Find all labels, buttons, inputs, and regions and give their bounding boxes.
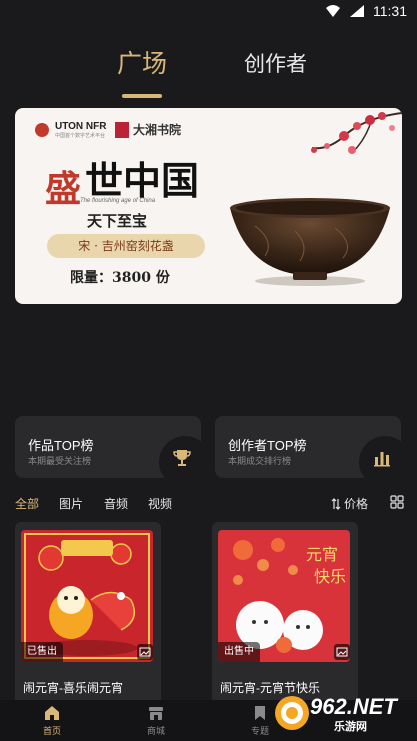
banner-partner: 大湘书院 xyxy=(115,121,181,138)
watermark-logo-icon xyxy=(275,696,309,730)
rank-card-title: 作品TOP榜 xyxy=(28,438,94,453)
rank-icon-circle xyxy=(359,436,401,478)
filter-video[interactable]: 视频 xyxy=(148,495,172,512)
status-time: 11:31 xyxy=(373,3,407,19)
status-badge: 已售出 xyxy=(21,642,63,662)
image-type-icon xyxy=(137,644,153,660)
rank-card-subtitle: 本期最受关注榜 xyxy=(28,456,92,466)
rank-card-creators[interactable]: 创作者TOP榜 本期成交排行榜 xyxy=(215,416,401,478)
partner-name: 大湘书院 xyxy=(133,123,182,137)
filter-row: 全部 图片 音频 视频 价格 xyxy=(15,495,404,515)
plum-blossom-decoration xyxy=(311,112,402,154)
watermark-text: 962.NET xyxy=(310,694,397,719)
bookmark-icon xyxy=(255,706,265,720)
top-tabs: 广场 创作者 xyxy=(0,40,417,100)
filter-images[interactable]: 图片 xyxy=(59,495,83,512)
nav-home[interactable]: 首页 xyxy=(22,704,82,737)
store-icon xyxy=(149,707,163,720)
banner[interactable]: UTON NFR 中国首个数字艺术平台 大湘书院 盛 世中国 The flour… xyxy=(15,108,402,304)
tab-underline xyxy=(122,94,162,98)
tab-creators[interactable]: 创作者 xyxy=(244,48,307,78)
nav-label: 首页 xyxy=(42,726,61,736)
rank-card-title: 创作者TOP榜 xyxy=(228,438,307,453)
filter-audio[interactable]: 音频 xyxy=(104,495,128,512)
tab-square[interactable]: 广场 xyxy=(117,44,167,80)
banner-brand: UTON NFR 中国首个数字艺术平台 xyxy=(35,121,106,139)
brand-subtitle: 中国首个数字艺术平台 xyxy=(55,133,106,139)
status-badge: 出售中 xyxy=(218,642,260,662)
banner-limit: 限量：3800 份 xyxy=(70,270,170,286)
banner-english: The flourishing age of China xyxy=(80,198,156,204)
watermark-subtext: 乐游网 xyxy=(334,721,367,733)
product-name: 闹元宵-喜乐闹元宵 xyxy=(23,681,123,695)
svg-text:快乐: 快乐 xyxy=(314,567,346,586)
rank-card-works[interactable]: 作品TOP榜 本期最受关注榜 xyxy=(15,416,201,478)
site-watermark: 962.NET 乐游网 xyxy=(272,690,412,736)
signal-icon xyxy=(350,5,364,17)
product-card[interactable]: 已售出 闹元宵-喜乐闹元宵 xyxy=(15,522,161,722)
banner-title-red: 盛 xyxy=(45,168,82,210)
bar-chart-icon xyxy=(374,452,390,467)
home-icon xyxy=(45,706,59,720)
filter-all[interactable]: 全部 xyxy=(15,495,39,512)
bowl-image xyxy=(230,198,390,286)
grid-view-icon[interactable] xyxy=(390,495,404,509)
status-right: 11:31 xyxy=(325,3,407,19)
trophy-icon xyxy=(173,450,191,466)
rank-card-subtitle: 本期成交排行榜 xyxy=(228,456,292,466)
wifi-icon xyxy=(326,5,340,17)
banner-title-black: 世中国 xyxy=(85,158,200,203)
status-bar: 11:31 xyxy=(0,0,417,24)
nav-label: 商城 xyxy=(146,726,165,736)
banner-subtitle: 天下至宝 xyxy=(87,212,148,230)
seal-icon xyxy=(115,121,129,138)
nav-store[interactable]: 商城 xyxy=(126,704,186,737)
price-sort-button[interactable]: 价格 xyxy=(331,495,368,512)
rank-icon-circle xyxy=(159,436,201,478)
price-sort-label: 价格 xyxy=(344,497,369,511)
brand-name: UTON NFR xyxy=(55,121,107,132)
uton-logo-icon xyxy=(35,123,49,137)
image-type-icon xyxy=(334,644,350,660)
sort-arrows-icon xyxy=(331,497,341,510)
banner-product-pill: 宋 · 吉州窑刻花盏 xyxy=(47,234,205,258)
svg-text:元宵: 元宵 xyxy=(306,545,338,564)
